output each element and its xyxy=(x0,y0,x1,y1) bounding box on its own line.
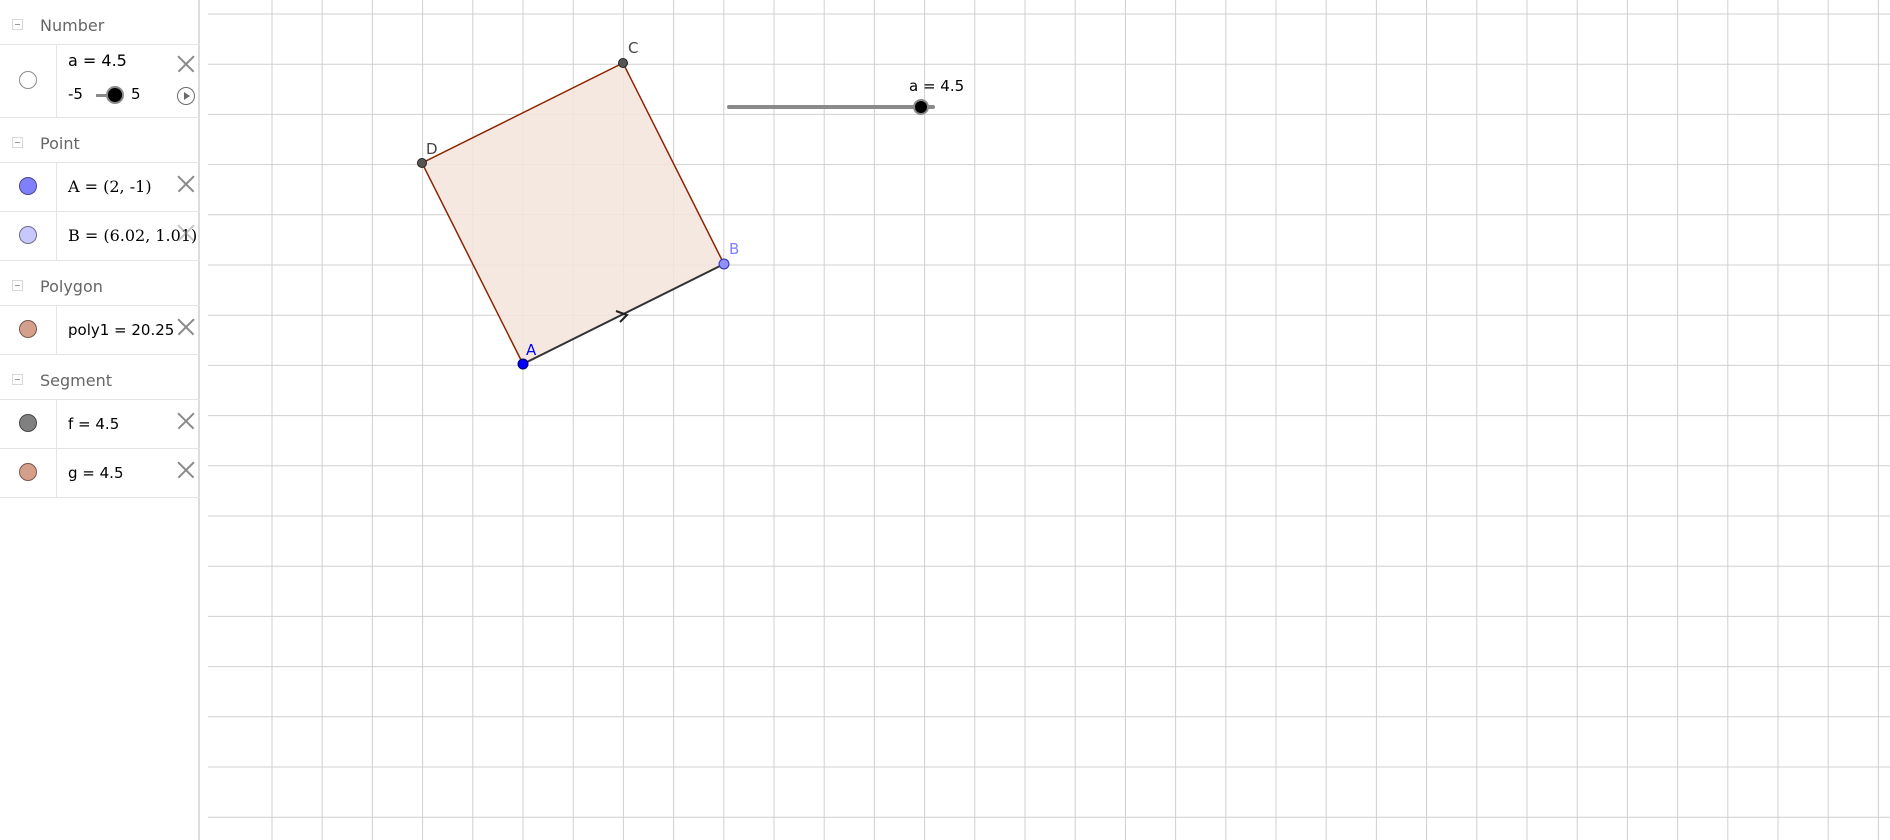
algebra-slider[interactable]: -5 5 xyxy=(68,85,168,105)
point-label-D: D xyxy=(426,140,438,158)
visibility-toggle-icon[interactable] xyxy=(19,177,37,195)
delete-icon[interactable] xyxy=(177,55,195,73)
point-C[interactable] xyxy=(618,58,628,68)
group-header-number[interactable]: Number xyxy=(0,10,200,40)
slider-knob[interactable] xyxy=(108,88,122,102)
slider-min-label: -5 xyxy=(68,85,83,103)
collapse-icon[interactable] xyxy=(12,280,23,291)
algebra-item-g-text[interactable]: g = 4.5 xyxy=(68,464,123,482)
algebra-item-poly1-text[interactable]: poly1 = 20.25 xyxy=(68,321,174,339)
delete-icon[interactable] xyxy=(177,318,195,336)
group-label-number: Number xyxy=(40,16,105,35)
marble-cell xyxy=(0,212,57,260)
polygon-poly1[interactable] xyxy=(420,61,726,366)
slider-max-label: 5 xyxy=(131,85,141,103)
visibility-toggle-icon[interactable] xyxy=(19,463,37,481)
algebra-item-a[interactable]: a = 4.5 -5 5 xyxy=(0,44,200,118)
algebra-item-poly1[interactable]: poly1 = 20.25 xyxy=(0,305,200,355)
collapse-icon[interactable] xyxy=(12,19,23,30)
group-header-point[interactable]: Point xyxy=(0,128,200,158)
group-header-segment[interactable]: Segment xyxy=(0,365,200,395)
group-header-polygon[interactable]: Polygon xyxy=(0,271,200,301)
algebra-item-a-text[interactable]: a = 4.5 xyxy=(68,51,127,70)
delete-icon[interactable] xyxy=(177,224,195,242)
marble-cell xyxy=(0,449,57,497)
point-B[interactable] xyxy=(718,258,730,270)
visibility-toggle-icon[interactable] xyxy=(19,320,37,338)
graphics-canvas[interactable]: A B C D a = 4.5 xyxy=(208,0,1890,840)
geogebra-app: Number a = 4.5 -5 5 Point A = (2, -1) B … xyxy=(0,0,1890,840)
algebra-item-g[interactable]: g = 4.5 xyxy=(0,448,200,498)
marble-cell xyxy=(0,45,57,117)
marble-cell xyxy=(0,400,57,448)
algebra-item-A[interactable]: A = (2, -1) xyxy=(0,162,200,212)
delete-icon[interactable] xyxy=(177,412,195,430)
point-label-A: A xyxy=(526,341,537,359)
play-icon[interactable] xyxy=(177,87,195,105)
graphics-slider-knob[interactable] xyxy=(913,99,929,115)
group-label-segment: Segment xyxy=(40,371,112,390)
grid xyxy=(208,0,1890,840)
point-label-C: C xyxy=(628,39,638,57)
algebra-item-f-text[interactable]: f = 4.5 xyxy=(68,415,119,433)
graphics-slider-label: a = 4.5 xyxy=(909,77,964,95)
algebra-item-f[interactable]: f = 4.5 xyxy=(0,399,200,449)
marble-cell xyxy=(0,163,57,211)
marble-cell xyxy=(0,306,57,354)
group-label-point: Point xyxy=(40,134,80,153)
delete-icon[interactable] xyxy=(177,175,195,193)
visibility-toggle-icon[interactable] xyxy=(19,71,37,89)
collapse-icon[interactable] xyxy=(12,137,23,148)
algebra-view: Number a = 4.5 -5 5 Point A = (2, -1) B … xyxy=(0,0,200,840)
collapse-icon[interactable] xyxy=(12,374,23,385)
algebra-item-B[interactable]: B = (6.02, 1.01) xyxy=(0,211,200,261)
visibility-toggle-icon[interactable] xyxy=(19,414,37,432)
point-A[interactable] xyxy=(517,358,529,370)
point-label-B: B xyxy=(729,240,739,258)
point-D[interactable] xyxy=(417,158,427,168)
group-label-polygon: Polygon xyxy=(40,277,103,296)
algebra-item-A-text[interactable]: A = (2, -1) xyxy=(68,177,152,196)
delete-icon[interactable] xyxy=(177,461,195,479)
graphics-view[interactable]: A B C D a = 4.5 xyxy=(208,0,1890,840)
visibility-toggle-icon[interactable] xyxy=(19,226,37,244)
